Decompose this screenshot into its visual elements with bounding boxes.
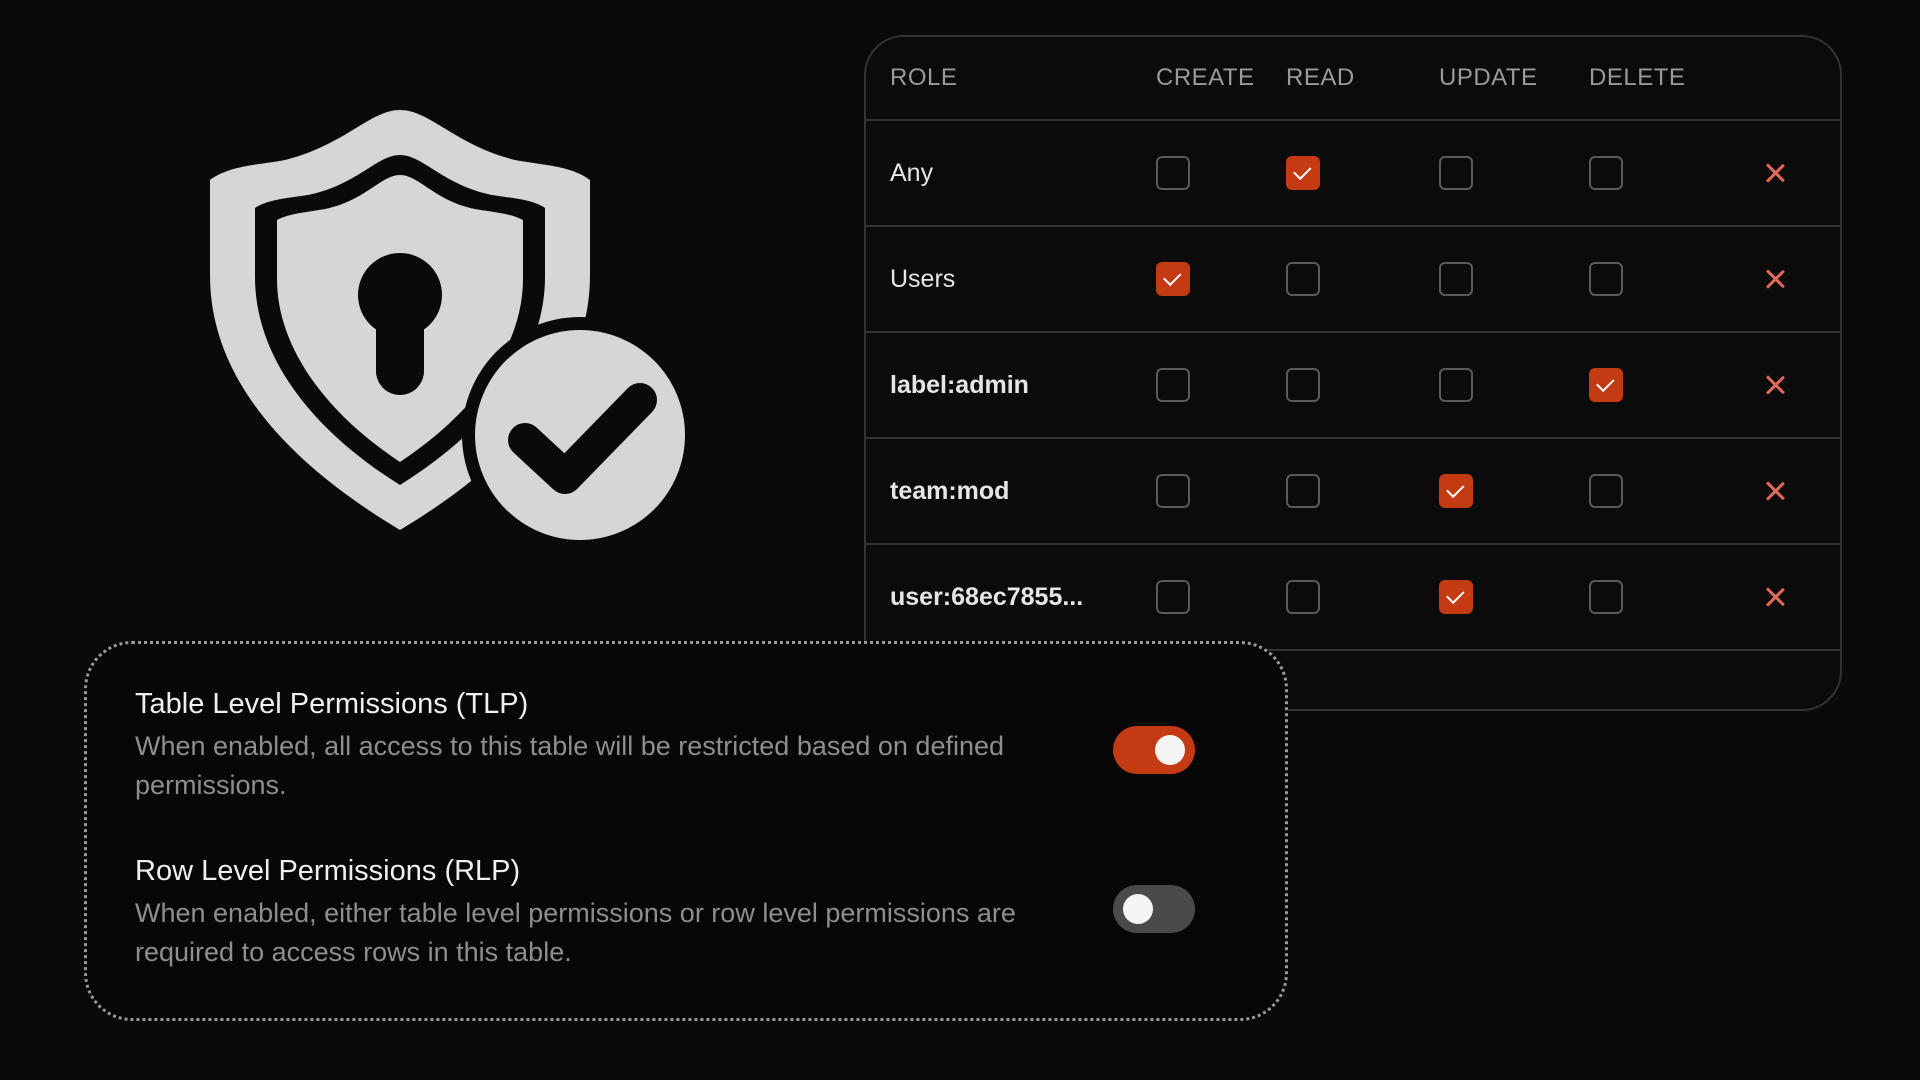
update-cell bbox=[1421, 156, 1571, 190]
read-checkbox[interactable] bbox=[1286, 474, 1320, 508]
read-cell bbox=[1271, 368, 1421, 402]
permissions-settings-panel: Table Level Permissions (TLP) When enabl… bbox=[84, 641, 1288, 1021]
read-cell bbox=[1271, 262, 1421, 296]
table-row: user:68ec7855... bbox=[866, 545, 1840, 651]
update-cell bbox=[1421, 368, 1571, 402]
create-checkbox[interactable] bbox=[1156, 156, 1190, 190]
create-checkbox[interactable] bbox=[1156, 474, 1190, 508]
table-body: Any Users label:admin team:mod user:68ec7855… bbox=[866, 121, 1840, 651]
remove-cell bbox=[1721, 372, 1840, 398]
rlp-setting: Row Level Permissions (RLP) When enabled… bbox=[135, 855, 1235, 972]
create-cell bbox=[1136, 156, 1271, 190]
create-cell bbox=[1136, 580, 1271, 614]
table-row: Any bbox=[866, 121, 1840, 227]
permissions-table-card: ROLE CREATE READ UPDATE DELETE Any Users l… bbox=[864, 35, 1842, 711]
role-cell: Any bbox=[866, 159, 1136, 188]
rlp-toggle[interactable] bbox=[1113, 885, 1195, 933]
table-row: Users bbox=[866, 227, 1840, 333]
table-row: label:admin bbox=[866, 333, 1840, 439]
close-icon[interactable] bbox=[1762, 160, 1788, 186]
update-checkbox[interactable] bbox=[1439, 580, 1473, 614]
role-label: Any bbox=[890, 158, 934, 187]
update-cell bbox=[1421, 580, 1571, 614]
close-icon[interactable] bbox=[1762, 584, 1788, 610]
delete-cell bbox=[1571, 580, 1721, 614]
create-cell bbox=[1136, 474, 1271, 508]
read-checkbox[interactable] bbox=[1286, 368, 1320, 402]
role-label: label:admin bbox=[890, 370, 1029, 399]
update-checkbox[interactable] bbox=[1439, 474, 1473, 508]
read-checkbox[interactable] bbox=[1286, 156, 1320, 190]
rlp-description: When enabled, either table level permiss… bbox=[135, 898, 1016, 967]
create-cell bbox=[1136, 262, 1271, 296]
read-cell bbox=[1271, 580, 1421, 614]
read-cell bbox=[1271, 156, 1421, 190]
rlp-title: Row Level Permissions (RLP) bbox=[135, 855, 521, 887]
delete-cell bbox=[1571, 474, 1721, 508]
close-icon[interactable] bbox=[1762, 266, 1788, 292]
close-icon[interactable] bbox=[1762, 372, 1788, 398]
read-checkbox[interactable] bbox=[1286, 262, 1320, 296]
update-checkbox[interactable] bbox=[1439, 368, 1473, 402]
header-create: CREATE bbox=[1156, 64, 1255, 91]
header-delete: DELETE bbox=[1589, 64, 1686, 91]
tlp-toggle[interactable] bbox=[1113, 726, 1195, 774]
role-cell: label:admin bbox=[866, 371, 1136, 400]
delete-checkbox[interactable] bbox=[1589, 368, 1623, 402]
read-checkbox[interactable] bbox=[1286, 580, 1320, 614]
delete-checkbox[interactable] bbox=[1589, 580, 1623, 614]
header-role: ROLE bbox=[890, 64, 958, 91]
role-cell: team:mod bbox=[866, 477, 1136, 506]
role-cell: user:68ec7855... bbox=[866, 583, 1136, 612]
close-icon[interactable] bbox=[1762, 478, 1788, 504]
permissions-table: ROLE CREATE READ UPDATE DELETE Any Users l… bbox=[866, 37, 1840, 651]
check-icon bbox=[1163, 267, 1182, 287]
delete-cell bbox=[1571, 156, 1721, 190]
header-read: READ bbox=[1286, 64, 1355, 91]
table-header: ROLE CREATE READ UPDATE DELETE bbox=[866, 37, 1840, 121]
role-label: user:68ec7855... bbox=[890, 582, 1084, 611]
remove-cell bbox=[1721, 160, 1840, 186]
remove-cell bbox=[1721, 478, 1840, 504]
toggle-knob bbox=[1155, 735, 1185, 765]
tlp-title: Table Level Permissions (TLP) bbox=[135, 688, 529, 720]
read-cell bbox=[1271, 474, 1421, 508]
role-cell: Users bbox=[866, 265, 1136, 294]
create-cell bbox=[1136, 368, 1271, 402]
role-label: team:mod bbox=[890, 476, 1010, 505]
header-update: UPDATE bbox=[1439, 64, 1538, 91]
remove-cell bbox=[1721, 584, 1840, 610]
remove-cell bbox=[1721, 266, 1840, 292]
delete-checkbox[interactable] bbox=[1589, 262, 1623, 296]
toggle-knob bbox=[1123, 894, 1153, 924]
update-cell bbox=[1421, 262, 1571, 296]
check-icon bbox=[1446, 479, 1465, 499]
table-row: team:mod bbox=[866, 439, 1840, 545]
create-checkbox[interactable] bbox=[1156, 262, 1190, 296]
create-checkbox[interactable] bbox=[1156, 368, 1190, 402]
delete-checkbox[interactable] bbox=[1589, 474, 1623, 508]
check-icon bbox=[1596, 373, 1615, 393]
check-icon bbox=[1293, 161, 1312, 181]
role-label: Users bbox=[890, 264, 956, 293]
create-checkbox[interactable] bbox=[1156, 580, 1190, 614]
delete-checkbox[interactable] bbox=[1589, 156, 1623, 190]
update-cell bbox=[1421, 474, 1571, 508]
tlp-setting: Table Level Permissions (TLP) When enabl… bbox=[135, 688, 1235, 805]
delete-cell bbox=[1571, 368, 1721, 402]
stage: ROLE CREATE READ UPDATE DELETE Any Users l… bbox=[0, 0, 1920, 1080]
update-checkbox[interactable] bbox=[1439, 156, 1473, 190]
shield-lock-check-icon bbox=[195, 105, 695, 545]
check-icon bbox=[1446, 585, 1465, 605]
update-checkbox[interactable] bbox=[1439, 262, 1473, 296]
tlp-description: When enabled, all access to this table w… bbox=[135, 731, 1005, 800]
delete-cell bbox=[1571, 262, 1721, 296]
